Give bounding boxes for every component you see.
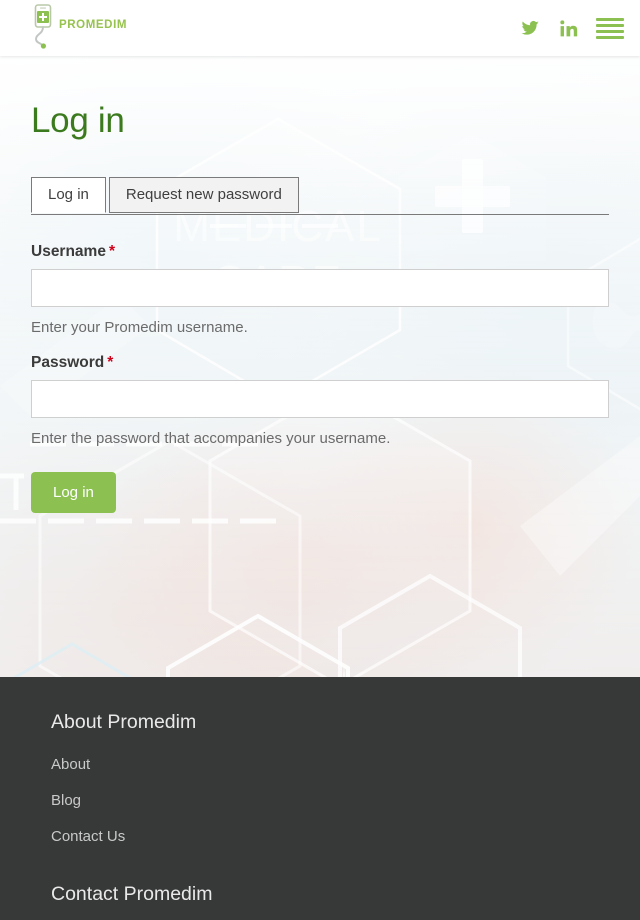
site-footer: About Promedim About Blog Contact Us Con… (0, 677, 640, 920)
footer-about-heading: About Promedim (51, 711, 197, 733)
twitter-icon[interactable] (520, 19, 541, 37)
username-label-text: Username (31, 242, 106, 260)
log-in-button[interactable]: Log in (31, 471, 116, 513)
username-input[interactable] (31, 268, 609, 307)
password-field-block: Password * Enter the password that accomp… (31, 354, 609, 447)
medical-device-plug-icon (31, 3, 57, 53)
header-actions (520, 16, 624, 41)
hero-section: MEDICAL CARE (0, 56, 640, 677)
footer-link-contact-us[interactable]: Contact Us (51, 828, 589, 845)
site-header: PROMEDIM (0, 0, 640, 56)
required-asterisk: * (108, 242, 116, 260)
password-label: Password * (31, 354, 609, 372)
required-asterisk: * (107, 353, 114, 371)
tabs-bottom-border (31, 213, 609, 215)
login-content: Log in Log in Request new password Userna… (0, 56, 640, 513)
footer-link-blog[interactable]: Blog (51, 792, 589, 809)
tab-request-new-password[interactable]: Request new password (108, 176, 299, 213)
logo-wordmark: PROMEDIM (59, 19, 128, 31)
linkedin-icon[interactable] (559, 19, 578, 38)
page-title: Log in (31, 101, 125, 140)
password-help-text: Enter the password that accompanies your… (31, 429, 391, 447)
site-logo[interactable]: PROMEDIM (31, 0, 127, 56)
password-label-text: Password (31, 353, 105, 371)
password-input[interactable] (31, 379, 609, 418)
username-field-block: Username * Enter your Promedim username. (31, 243, 609, 336)
username-help-text: Enter your Promedim username. (31, 318, 248, 336)
footer-contact-heading: Contact Promedim (51, 883, 213, 905)
auth-tabs: Log in Request new password (31, 176, 609, 215)
username-label: Username * (31, 243, 609, 261)
footer-links: About Blog Contact Us (51, 756, 589, 845)
footer-link-about[interactable]: About (51, 756, 589, 773)
tab-log-in[interactable]: Log in (31, 176, 106, 213)
login-form: Username * Enter your Promedim username. … (31, 243, 609, 513)
hamburger-menu-icon[interactable] (596, 16, 624, 41)
